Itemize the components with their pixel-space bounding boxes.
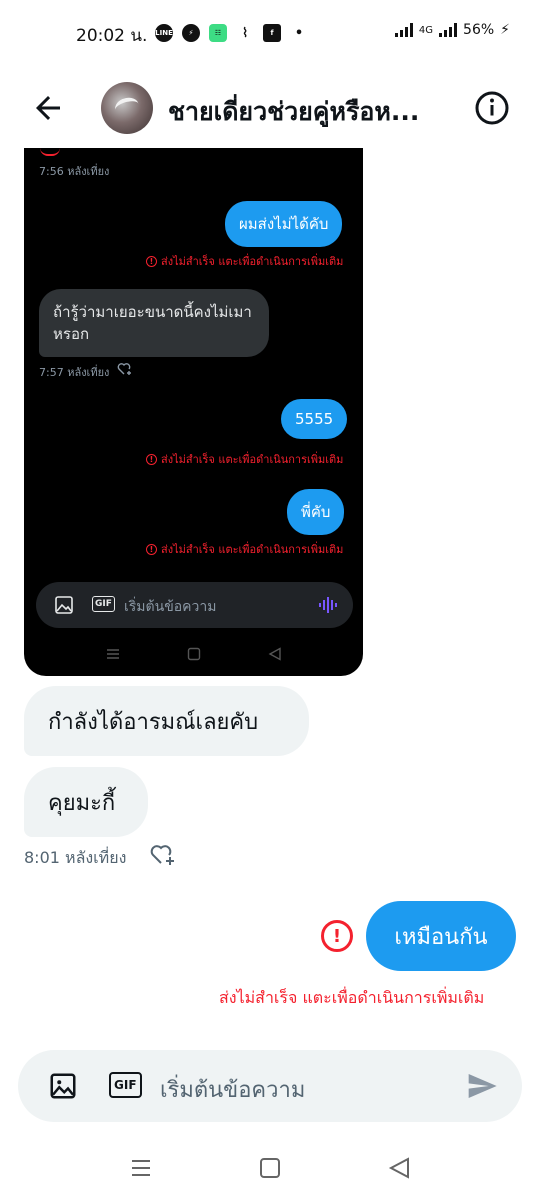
message-composer: GIF เริ่มต้นข้อความ bbox=[18, 1050, 522, 1122]
screenshot-error-2: ! ส่งไม่สำเร็จ แตะเพื่อดำเนินการเพิ่มเติ… bbox=[146, 450, 343, 468]
message-in-2[interactable]: คุยมะกี้ bbox=[24, 767, 148, 837]
chat-header: ชายเดี่ยวช่วยคู่หรือห... bbox=[0, 70, 540, 148]
home-icon[interactable] bbox=[259, 1157, 281, 1179]
error-icon: ! bbox=[146, 543, 157, 555]
back-icon[interactable] bbox=[388, 1157, 410, 1179]
messenger-icon: ⚡ bbox=[182, 24, 200, 42]
screenshot-error-text: ส่งไม่สำเร็จ แตะเพื่อดำเนินการเพิ่มเติม bbox=[161, 255, 344, 268]
message-in-1[interactable]: กำลังได้อารมณ์เลยคับ bbox=[24, 686, 309, 756]
screenshot-message-in-line1: ถ้ารู้ว่ามาเยอะขนาดนี้คงไม่เมา bbox=[53, 303, 252, 321]
screenshot-error-text: ส่งไม่สำเร็จ แตะเพื่อดำเนินการเพิ่มเติม bbox=[161, 543, 344, 556]
error-icon: ! bbox=[146, 453, 157, 465]
image-icon[interactable] bbox=[48, 1071, 78, 1101]
error-icon: ! bbox=[146, 255, 157, 267]
tail-icon: ⌇ bbox=[241, 25, 249, 41]
screenshot-message-out: ผมส่งไม่ได้คับ bbox=[225, 201, 343, 247]
menu-icon bbox=[107, 649, 119, 659]
screenshot-message-in: ถ้ารู้ว่ามาเยอะขนาดนี้คงไม่เมา หรอก bbox=[39, 289, 269, 357]
battery-percent: 56% bbox=[463, 22, 495, 38]
partial-avatar bbox=[40, 148, 60, 156]
signal-icon bbox=[394, 23, 413, 37]
composer-input[interactable]: เริ่มต้นข้อความ bbox=[160, 1072, 305, 1107]
network-type: 4G bbox=[418, 24, 434, 36]
react-heart-plus-icon[interactable] bbox=[150, 844, 176, 866]
screenshot-error-text: ส่งไม่สำเร็จ แตะเพื่อดำเนินการเพิ่มเติม bbox=[161, 453, 344, 466]
facebook-icon: f bbox=[263, 24, 281, 42]
gif-icon[interactable]: GIF bbox=[109, 1072, 142, 1098]
charging-icon: ⚡ bbox=[500, 22, 510, 38]
back-icon bbox=[268, 647, 281, 661]
screenshot-message-out-3: พี่คับ bbox=[287, 489, 345, 535]
screenshot-composer: GIF เริ่มต้นข้อความ bbox=[36, 582, 353, 628]
recent-apps-icon[interactable] bbox=[130, 1158, 152, 1178]
avatar[interactable] bbox=[101, 82, 153, 134]
image-icon bbox=[55, 596, 73, 614]
conversation-title[interactable]: ชายเดี่ยวช่วยคู่หรือห... bbox=[168, 92, 468, 132]
screenshot-time-2: 7:57 หลังเที่ยง bbox=[39, 366, 110, 379]
signal-icon-2 bbox=[439, 23, 458, 37]
message-time: 8:01 หลังเที่ยง bbox=[24, 848, 127, 867]
home-icon bbox=[187, 647, 201, 661]
heart-plus-icon bbox=[117, 363, 131, 375]
message-out-1[interactable]: เหมือนกัน bbox=[366, 901, 516, 971]
status-bar: 20:02 น. LINE ⚡ ☷ ⌇ f • 4G 56% ⚡ bbox=[0, 0, 540, 66]
dot-icon: • bbox=[294, 25, 304, 41]
screenshot-time-1: 7:56 หลังเที่ยง bbox=[39, 165, 110, 178]
status-time: 20:02 น. bbox=[76, 26, 148, 46]
system-icons: 4G 56% ⚡ bbox=[394, 22, 510, 38]
send-icon[interactable] bbox=[466, 1070, 498, 1102]
notification-icons: LINE ⚡ ☷ ⌇ f • bbox=[155, 24, 308, 42]
gif-icon: GIF bbox=[92, 596, 115, 612]
screenshot-composer-placeholder: เริ่มต้นข้อความ bbox=[124, 599, 217, 615]
screenshot-error: ! ส่งไม่สำเร็จ แตะเพื่อดำเนินการเพิ่มเติ… bbox=[146, 252, 343, 270]
screenshot-message-out-2: 5555 bbox=[281, 399, 348, 439]
back-arrow-icon[interactable] bbox=[30, 90, 66, 126]
send-failed-text[interactable]: ส่งไม่สำเร็จ แตะเพื่อดำเนินการเพิ่มเติม bbox=[219, 986, 484, 1011]
system-nav-bar bbox=[0, 1140, 540, 1200]
shared-screenshot-image[interactable]: 7:56 หลังเที่ยง ผมส่งไม่ได้คับ ! ส่งไม่ส… bbox=[24, 148, 363, 676]
info-icon[interactable] bbox=[474, 90, 510, 126]
screenshot-nav-bar bbox=[24, 644, 363, 668]
voice-icon bbox=[319, 597, 337, 613]
line-icon: LINE bbox=[155, 24, 173, 42]
screenshot-error-3: ! ส่งไม่สำเร็จ แตะเพื่อดำเนินการเพิ่มเติ… bbox=[146, 540, 343, 558]
screenshot-message-in-line2: หรอก bbox=[53, 325, 90, 343]
app-icon: ☷ bbox=[209, 24, 227, 42]
error-alert-icon[interactable]: ! bbox=[321, 920, 353, 952]
